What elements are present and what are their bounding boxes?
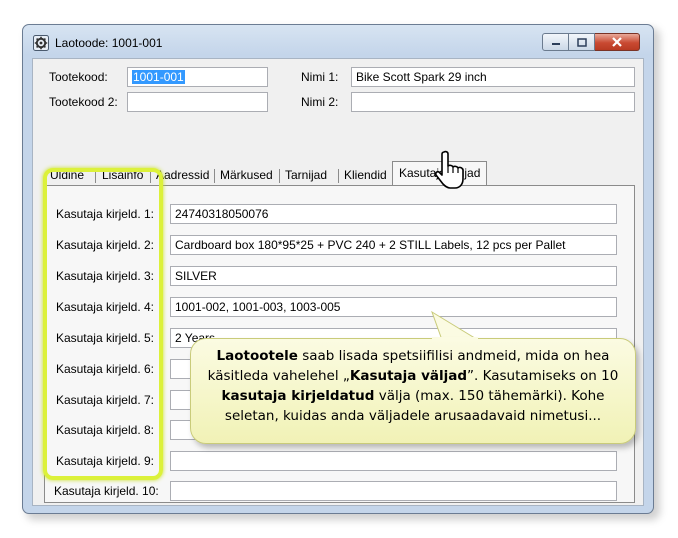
- field-input-9[interactable]: [170, 451, 617, 471]
- callout-bubble: Laotootele saab lisada spetsiifilisi and…: [190, 338, 636, 444]
- gear-icon: [33, 35, 49, 51]
- tootekood-value: 1001-001: [132, 70, 185, 84]
- field-input-3[interactable]: SILVER: [170, 266, 617, 286]
- tab-aadressid[interactable]: Aadressid: [156, 165, 209, 185]
- nimi1-input[interactable]: Bike Scott Spark 29 inch: [351, 67, 635, 87]
- close-button[interactable]: [595, 33, 640, 51]
- field-label-10: Kasutaja kirjeld. 10:: [54, 484, 159, 498]
- tab-separator: [338, 169, 339, 183]
- window-title: Laotoode: 1001-001: [55, 36, 163, 50]
- labels-highlight: [43, 168, 163, 480]
- nimi1-label: Nimi 1:: [301, 70, 339, 84]
- callout-bold-2: Kasutaja väljad: [349, 368, 468, 384]
- tab-tarnijad[interactable]: Tarnijad: [285, 165, 327, 185]
- tootekood-input[interactable]: 1001-001: [127, 67, 268, 87]
- tootekood2-label: Tootekood 2:: [49, 95, 118, 109]
- maximize-icon: [576, 37, 587, 47]
- close-icon: [612, 37, 622, 47]
- hand-pointer-icon: [434, 150, 464, 189]
- field-input-4[interactable]: 1001-002, 1001-003, 1003-005: [170, 297, 617, 317]
- tab-separator: [279, 169, 280, 183]
- tab-markused[interactable]: Märkused: [220, 165, 273, 185]
- callout-bold-3: kasutaja kirjeldatud: [221, 388, 375, 404]
- tootekood-label: Tootekood:: [49, 70, 108, 84]
- nimi2-label: Nimi 2:: [301, 95, 339, 109]
- field-input-1[interactable]: 24740318050076: [170, 204, 617, 224]
- minimize-icon: [551, 43, 560, 45]
- title-bar[interactable]: Laotoode: 1001-001: [23, 25, 653, 57]
- minimize-button[interactable]: [542, 33, 569, 51]
- tab-separator: [214, 169, 215, 183]
- callout-text-2: ”. Kasutamiseks on 10: [467, 368, 619, 384]
- nimi2-input[interactable]: [351, 92, 635, 112]
- field-input-10[interactable]: [170, 481, 617, 501]
- field-input-2[interactable]: Cardboard box 180*95*25 + PVC 240 + 2 ST…: [170, 235, 617, 255]
- tab-kliendid[interactable]: Kliendid: [344, 165, 387, 185]
- callout-bold-1: Laotootele: [216, 348, 298, 364]
- tootekood2-input[interactable]: [127, 92, 268, 112]
- maximize-button[interactable]: [569, 33, 595, 51]
